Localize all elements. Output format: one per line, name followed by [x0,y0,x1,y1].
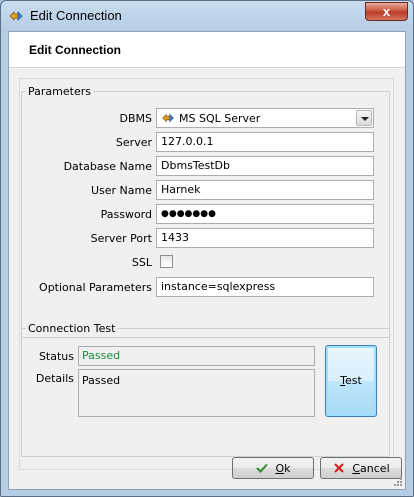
dialog-window: Edit Connection x Edit Connection Parame… [0,0,414,497]
chevron-down-icon[interactable] [356,110,372,126]
ssl-checkbox[interactable] [160,255,173,268]
title-bar[interactable]: Edit Connection x [1,1,413,31]
cancel-x-icon [334,463,345,473]
server-port-input[interactable]: 1433 [156,228,374,248]
ssl-label: SSL [131,256,152,269]
password-label: Password [100,208,152,221]
optional-parameters-label: Optional Parameters [39,281,152,294]
dialog-header-title: Edit Connection [29,43,121,57]
test-button-label-rest: est [345,374,362,387]
parameters-legend: Parameters [28,85,91,98]
resize-grip-icon[interactable] [393,477,403,487]
server-input[interactable]: 127.0.0.1 [156,132,374,152]
window-title: Edit Connection [30,8,122,23]
mssql-icon [162,113,174,123]
optional-parameters-input[interactable]: instance=sqlexpress [156,277,374,297]
ok-button-mnemonic: O [275,461,285,475]
cancel-button[interactable]: Cancel [320,457,402,479]
user-name-input[interactable]: Harnek [156,180,374,200]
connection-test-legend: Connection Test [28,322,116,335]
cancel-button-mnemonic: C [352,461,361,475]
dbms-value: MS SQL Server [179,112,261,125]
dbms-label: DBMS [119,112,153,125]
status-value: Passed [78,346,315,366]
status-label: Status [38,350,74,363]
dialog-client-area: Edit Connection Parameters DBMS MS SQL S… [8,31,406,490]
checkmark-icon [256,463,269,473]
details-textarea[interactable]: Passed [78,369,315,417]
test-button[interactable]: Test [325,345,377,417]
close-icon: x [382,4,391,19]
ok-button[interactable]: Ok [232,457,314,479]
server-port-label: Server Port [90,232,152,245]
window-close-button[interactable]: x [365,2,408,21]
dialog-header: Edit Connection [9,32,405,68]
user-name-label: User Name [90,184,152,197]
details-label: Details [35,372,74,385]
database-name-input[interactable]: DbmsTestDb [156,156,374,176]
database-name-label: Database Name [63,160,152,173]
dbms-select[interactable]: MS SQL Server [156,108,374,128]
password-input[interactable]: ●●●●●●● [156,204,374,224]
database-connection-icon [9,11,23,21]
server-label: Server [115,136,152,149]
ok-button-label-rest: k [284,461,291,475]
cancel-button-label-rest: ancel [360,461,390,475]
